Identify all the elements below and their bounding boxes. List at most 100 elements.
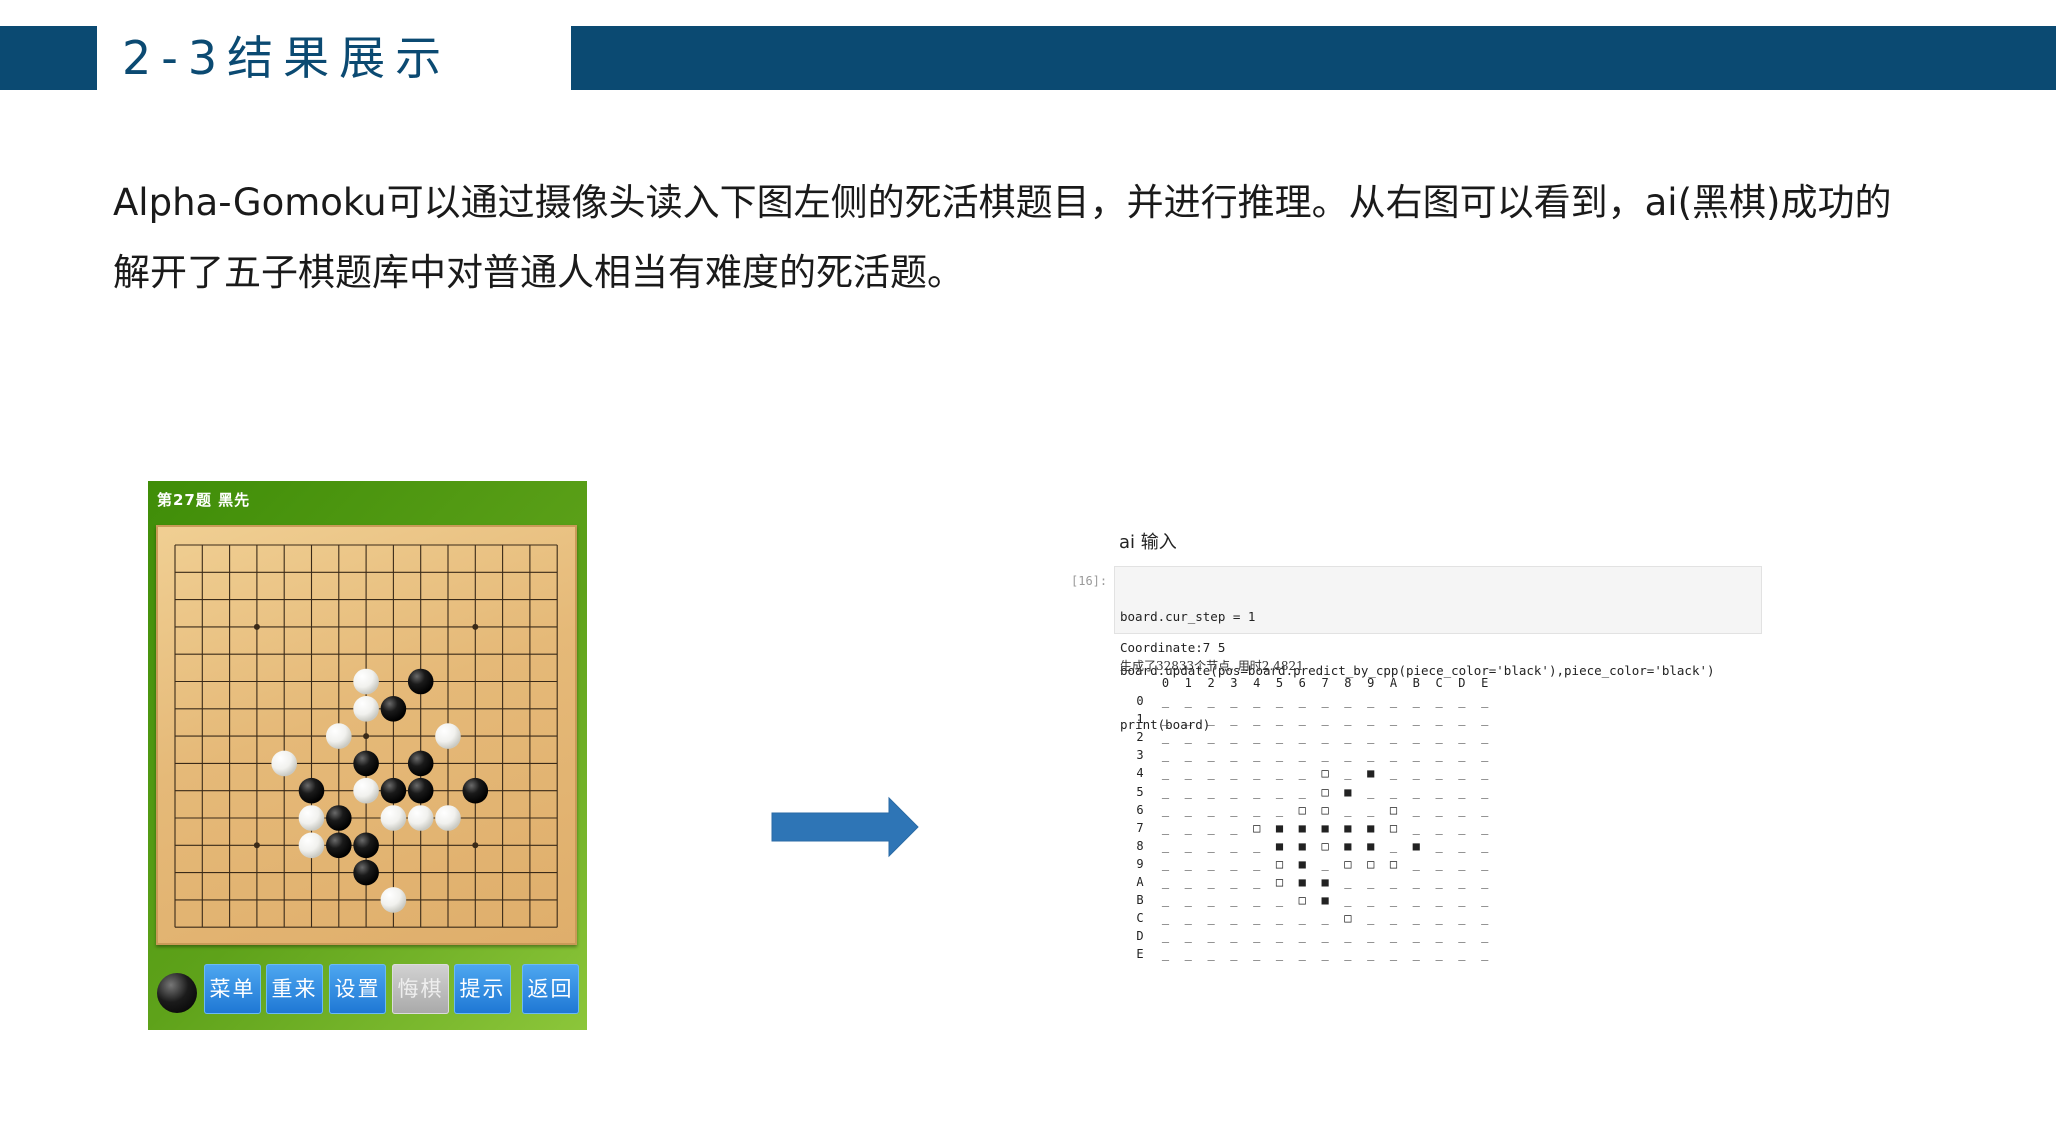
menu-button[interactable]: 菜单 bbox=[204, 964, 261, 1014]
empty-cell: _ bbox=[1184, 838, 1192, 853]
white-piece-cell: □ bbox=[1344, 856, 1352, 871]
black-piece-cell: ■ bbox=[1275, 820, 1284, 835]
empty-cell: _ bbox=[1412, 802, 1420, 817]
settings-button[interactable]: 设置 bbox=[329, 964, 386, 1014]
empty-cell: _ bbox=[1207, 748, 1215, 763]
empty-cell: _ bbox=[1253, 838, 1261, 853]
empty-cell: _ bbox=[1435, 766, 1443, 781]
empty-cell: _ bbox=[1207, 694, 1215, 708]
empty-cell: _ bbox=[1344, 947, 1352, 962]
empty-cell: _ bbox=[1435, 712, 1443, 727]
text-board-output: 0 1 2 3 4 5 6 7 8 9 A B C D E 0 _ _ _ _ _ _ _ _ _ _ _ _ _ _ _ 1 _ _ _ _ _ _ _ _… bbox=[1133, 674, 1503, 974]
empty-cell: _ bbox=[1435, 929, 1443, 944]
black-stone bbox=[407, 777, 434, 804]
empty-cell: _ bbox=[1321, 911, 1329, 926]
empty-cell: _ bbox=[1207, 875, 1215, 889]
empty-cell: _ bbox=[1230, 838, 1238, 853]
empty-cell: _ bbox=[1344, 766, 1352, 781]
empty-cell: _ bbox=[1481, 893, 1489, 908]
empty-cell: _ bbox=[1207, 820, 1215, 835]
row-label: 2 bbox=[1136, 730, 1144, 745]
empty-cell: _ bbox=[1321, 712, 1329, 727]
empty-cell: _ bbox=[1367, 730, 1375, 745]
empty-cell: _ bbox=[1321, 929, 1329, 944]
gomoku-game-screenshot: 第27题 黑先 菜单 重来 设置 悔棋 提示 返回 bbox=[148, 481, 587, 1030]
gomoku-board[interactable] bbox=[156, 525, 577, 945]
empty-cell: _ bbox=[1161, 784, 1170, 799]
white-stone bbox=[326, 723, 352, 749]
empty-cell: _ bbox=[1435, 875, 1443, 889]
empty-cell: _ bbox=[1161, 875, 1170, 889]
empty-cell: _ bbox=[1207, 838, 1215, 853]
white-piece-cell: □ bbox=[1298, 802, 1306, 817]
column-label: C bbox=[1435, 676, 1443, 690]
empty-cell: _ bbox=[1321, 856, 1329, 871]
empty-cell: _ bbox=[1275, 712, 1284, 727]
column-label: 9 bbox=[1367, 676, 1375, 690]
black-stone bbox=[298, 777, 325, 804]
empty-cell: _ bbox=[1275, 929, 1284, 944]
empty-cell: _ bbox=[1389, 911, 1398, 926]
star-point bbox=[472, 842, 479, 849]
white-stone bbox=[298, 805, 325, 831]
white-stone bbox=[353, 777, 379, 804]
white-stone bbox=[380, 805, 407, 831]
right-arrow-icon bbox=[771, 796, 919, 858]
empty-cell: _ bbox=[1275, 802, 1284, 817]
white-piece-cell: □ bbox=[1367, 856, 1375, 871]
empty-cell: _ bbox=[1298, 748, 1306, 763]
empty-cell: _ bbox=[1412, 893, 1420, 908]
empty-cell: _ bbox=[1253, 784, 1261, 799]
empty-cell: _ bbox=[1367, 694, 1375, 708]
white-piece-cell: □ bbox=[1344, 911, 1352, 926]
empty-cell: _ bbox=[1412, 875, 1420, 889]
empty-cell: _ bbox=[1184, 730, 1192, 745]
empty-cell: _ bbox=[1481, 947, 1489, 962]
empty-cell: _ bbox=[1458, 911, 1466, 926]
column-label: 0 bbox=[1161, 676, 1170, 690]
black-stone bbox=[353, 750, 379, 777]
empty-cell: _ bbox=[1367, 712, 1375, 727]
empty-cell: _ bbox=[1275, 766, 1284, 781]
empty-cell: _ bbox=[1230, 712, 1238, 727]
empty-cell: _ bbox=[1321, 947, 1329, 962]
empty-cell: _ bbox=[1161, 820, 1170, 835]
empty-cell: _ bbox=[1161, 766, 1170, 781]
empty-cell: _ bbox=[1207, 712, 1215, 727]
white-stone bbox=[380, 887, 407, 913]
restart-button[interactable]: 重来 bbox=[266, 964, 323, 1014]
empty-cell: _ bbox=[1230, 820, 1238, 835]
empty-cell: _ bbox=[1458, 694, 1466, 708]
empty-cell: _ bbox=[1230, 947, 1238, 962]
empty-cell: _ bbox=[1367, 893, 1375, 908]
code-cell[interactable]: board.cur_step = 1 board.update(pos=boar… bbox=[1114, 566, 1762, 732]
empty-cell: _ bbox=[1435, 802, 1443, 817]
empty-cell: _ bbox=[1298, 766, 1306, 781]
empty-cell: _ bbox=[1389, 838, 1398, 853]
empty-cell: _ bbox=[1458, 893, 1466, 908]
empty-cell: _ bbox=[1253, 730, 1261, 745]
black-piece-cell: ■ bbox=[1367, 766, 1375, 781]
empty-cell: _ bbox=[1253, 748, 1261, 763]
empty-cell: _ bbox=[1435, 730, 1443, 745]
undo-button[interactable]: 悔棋 bbox=[392, 964, 449, 1014]
empty-cell: _ bbox=[1344, 802, 1352, 817]
star-point bbox=[253, 842, 260, 849]
empty-cell: _ bbox=[1367, 784, 1375, 799]
empty-cell: _ bbox=[1344, 893, 1352, 908]
back-button[interactable]: 返回 bbox=[522, 964, 579, 1014]
star-point bbox=[472, 623, 479, 630]
empty-cell: _ bbox=[1435, 748, 1443, 763]
empty-cell: _ bbox=[1207, 929, 1215, 944]
intro-line-1: Alpha-Gomoku可以通过摄像头读入下图左侧的死活棋题目，并进行推理。从右… bbox=[113, 181, 1892, 224]
empty-cell: _ bbox=[1389, 784, 1398, 799]
hint-button[interactable]: 提示 bbox=[454, 964, 511, 1014]
empty-cell: _ bbox=[1389, 766, 1398, 781]
black-piece-cell: ■ bbox=[1298, 820, 1306, 835]
star-point bbox=[253, 623, 260, 630]
black-stone bbox=[462, 777, 489, 804]
empty-cell: _ bbox=[1412, 856, 1420, 871]
white-piece-cell: □ bbox=[1275, 856, 1284, 871]
white-stone bbox=[407, 805, 434, 831]
empty-cell: _ bbox=[1184, 820, 1192, 835]
